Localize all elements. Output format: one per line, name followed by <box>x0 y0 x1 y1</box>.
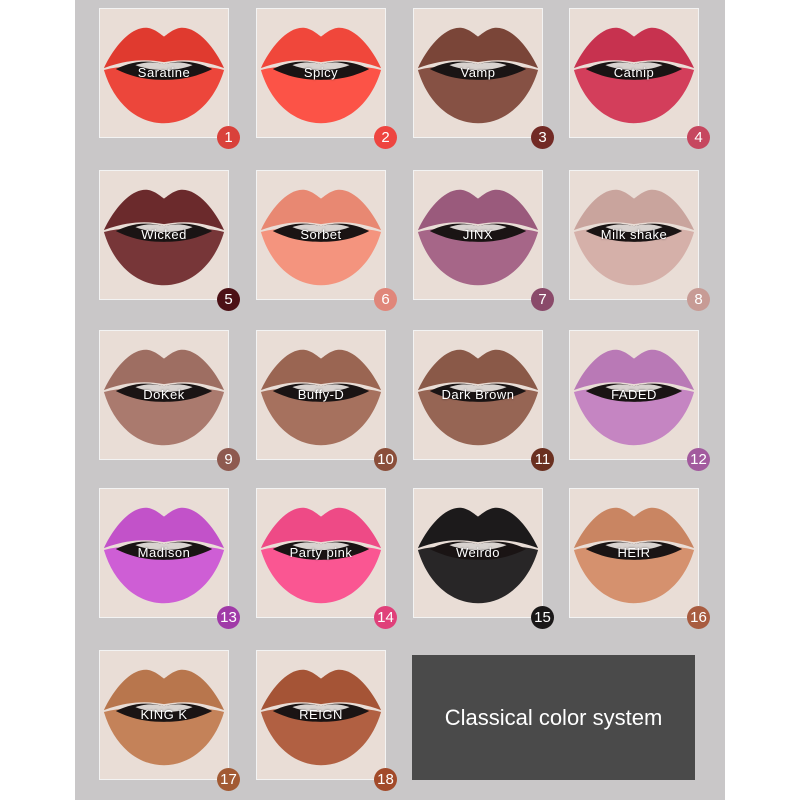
shade-number-badge: 14 <box>374 606 397 629</box>
classical-color-system-banner: Classical color system <box>412 655 695 780</box>
swatch-tile: FADED <box>569 330 699 460</box>
swatch-tile: REIGN <box>256 650 386 780</box>
swatch-tile: Wicked <box>99 170 229 300</box>
shade-number-badge: 4 <box>687 126 710 149</box>
shade-name: Catnip <box>613 65 655 80</box>
shade-number-badge: 3 <box>531 126 554 149</box>
shade-number-badge: 16 <box>687 606 710 629</box>
shade-name: Weirdo <box>456 545 500 560</box>
shade-number-badge: 1 <box>217 126 240 149</box>
shade-number-badge: 11 <box>531 448 554 471</box>
shade-name: Spicy <box>303 65 339 80</box>
swatch-tile: Sorbet <box>256 170 386 300</box>
shade-number-badge: 12 <box>687 448 710 471</box>
swatch-tile: Milk shake <box>569 170 699 300</box>
swatch-tile: Saratine <box>99 8 229 138</box>
shade-number-badge: 15 <box>531 606 554 629</box>
shade-name: Madison <box>137 545 191 560</box>
shade-name: KING K <box>140 707 188 722</box>
shade-name: Milk shake <box>600 227 668 242</box>
shade-name: HEIR <box>617 545 651 560</box>
shade-name: Sorbet <box>300 227 342 242</box>
swatch-tile: JINX <box>413 170 543 300</box>
swatch-tile: DoKek <box>99 330 229 460</box>
shade-number-badge: 9 <box>217 448 240 471</box>
shade-number-badge: 17 <box>217 768 240 791</box>
shade-name: DoKek <box>143 387 185 402</box>
shade-name: Dark Brown <box>441 387 515 402</box>
shade-name: FADED <box>611 387 657 402</box>
shade-name: JINX <box>462 227 494 242</box>
shade-number-badge: 13 <box>217 606 240 629</box>
shade-name: Wicked <box>141 227 187 242</box>
shade-number-badge: 8 <box>687 288 710 311</box>
shade-number-badge: 2 <box>374 126 397 149</box>
swatch-tile: Weirdo <box>413 488 543 618</box>
swatch-tile: Spicy <box>256 8 386 138</box>
swatch-tile: Catnip <box>569 8 699 138</box>
shade-name: Buffy-D <box>297 387 345 402</box>
banner-text: Classical color system <box>444 704 663 730</box>
shade-name: Saratine <box>137 65 191 80</box>
swatch-tile: Vamp <box>413 8 543 138</box>
shade-name: Vamp <box>460 65 496 80</box>
shade-number-badge: 5 <box>217 288 240 311</box>
swatch-tile: Dark Brown <box>413 330 543 460</box>
shade-name: Party pink <box>289 545 353 560</box>
swatch-tile: Madison <box>99 488 229 618</box>
swatch-tile: HEIR <box>569 488 699 618</box>
shade-number-badge: 10 <box>374 448 397 471</box>
swatch-tile: KING K <box>99 650 229 780</box>
shade-number-badge: 6 <box>374 288 397 311</box>
shade-name: REIGN <box>299 707 343 722</box>
shade-number-badge: 7 <box>531 288 554 311</box>
swatch-tile: Buffy-D <box>256 330 386 460</box>
shade-number-badge: 18 <box>374 768 397 791</box>
swatch-tile: Party pink <box>256 488 386 618</box>
